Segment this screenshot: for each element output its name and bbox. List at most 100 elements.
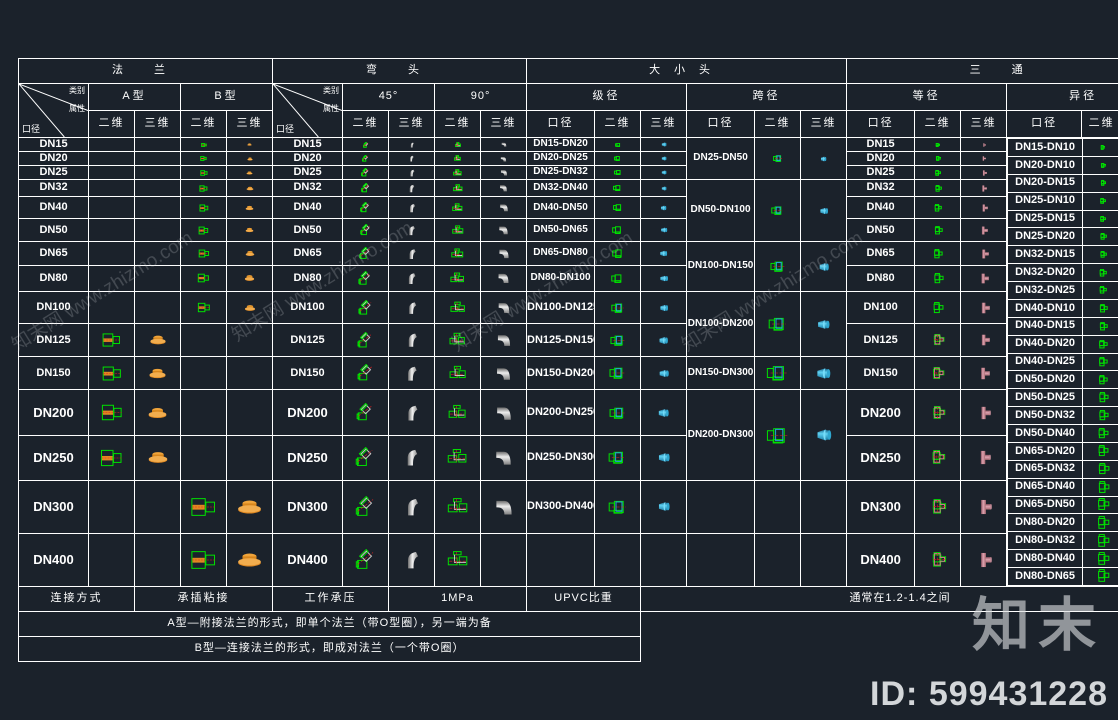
elbow-90-3d-cell	[480, 479, 528, 534]
tee-unequal-bore: DN20-DN10	[1007, 155, 1084, 175]
tee-unequal-2d-cell	[1082, 191, 1118, 211]
tee-unequal-row: DN50-DN40	[1007, 424, 1118, 443]
elbow-bore-DN40: DN40	[272, 196, 344, 220]
note-type-b: B型—连接法兰的形式，即成对法兰（一个带O圈）	[17, 635, 642, 662]
tee-unequal-bore: DN50-DN32	[1007, 406, 1084, 425]
cad-parts-table: 法 兰 弯 头 大小头 三 通 类别 属性 口径 A型 B型 类别 属性 口径 …	[17, 58, 1118, 662]
tee-unequal-bore: DN40-DN15	[1007, 316, 1084, 336]
flange-b-2d-cell	[180, 178, 227, 198]
elbow-90-3d-cell	[480, 178, 528, 198]
reducer-step-bore: DN65-DN80	[526, 241, 596, 266]
corner-header-elbow: 类别 属性 口径	[272, 83, 344, 138]
reducer-span-bore: DN200-DN300	[686, 389, 756, 481]
tee-equal-3d-cell	[960, 241, 1008, 266]
subhead-unequal: 异径	[1006, 83, 1118, 111]
tee-unequal-2d-cell	[1082, 209, 1118, 229]
reducer-step-3d-cell	[640, 196, 688, 220]
reducer-step-3d-cell	[640, 218, 688, 243]
tee-equal-3d-cell	[960, 165, 1008, 180]
elbow-90-3d-cell	[480, 151, 528, 166]
tee-equal-3d-cell	[960, 479, 1008, 534]
table-row: DN20 DN20 DN20-DN25 DN20	[18, 151, 1118, 166]
tee-unequal-2d-cell	[1082, 155, 1118, 175]
tee-unequal-row: DN20-DN15	[1007, 173, 1118, 193]
tee-equal-bore-DN20: DN20	[846, 151, 916, 166]
elbow-bore-DN20: DN20	[272, 151, 344, 166]
flange-a-2d-cell	[88, 241, 135, 266]
reducer-span-3d-cell	[800, 479, 848, 534]
elbow-45-2d-cell	[342, 356, 390, 391]
elbow-45-2d-cell	[342, 165, 390, 180]
tee-unequal-row: DN50-DN25	[1007, 388, 1118, 408]
flange-a-3d-cell	[134, 196, 181, 220]
tee-equal-bore-DN80: DN80	[846, 264, 916, 292]
subhead-45deg: 45°	[342, 83, 436, 111]
elbow-45-2d-cell	[342, 137, 390, 152]
elbow-90-2d-cell	[434, 356, 482, 391]
reducer-step-bore: DN100-DN125	[526, 290, 596, 325]
attr-b-3d: 三维	[225, 110, 274, 138]
flange-b-3d-cell	[225, 290, 274, 325]
elbow-45-3d-cell	[388, 532, 436, 587]
note-filler	[641, 611, 1118, 636]
tee-unequal-row: DN50-DN20	[1007, 370, 1118, 390]
reducer-span-3d-cell	[800, 356, 848, 391]
tee-unequal-bore: DN50-DN25	[1007, 388, 1084, 408]
table-row: DN400 DN400 DN400	[18, 532, 1118, 587]
attr-step-2d: 二维	[594, 110, 642, 138]
elbow-45-3d-cell	[388, 264, 436, 292]
reducer-step-bore: DN150-DN200	[526, 356, 596, 391]
reducer-step-2d-cell	[594, 434, 642, 481]
tee-unequal-bore: DN80-DN20	[1007, 513, 1084, 533]
reducer-step-bore: DN20-DN25	[526, 151, 596, 166]
tee-unequal-row: DN32-DN20	[1007, 263, 1118, 282]
flange-a-2d-cell	[88, 196, 135, 220]
elbow-bore-DN50: DN50	[272, 218, 344, 243]
tee-equal-2d-cell	[914, 356, 962, 391]
reducer-step-3d-cell	[640, 165, 688, 180]
tee-unequal-2d-cell	[1082, 316, 1118, 336]
flange-a-2d-cell	[88, 479, 135, 534]
reducer-step-bore: DN25-DN32	[526, 165, 596, 180]
tee-unequal-2d-cell	[1082, 459, 1118, 479]
reducer-step-3d-cell	[640, 178, 688, 198]
corner-label-category: 类别	[69, 86, 85, 95]
tee-equal-3d-cell	[960, 218, 1008, 243]
tee-unequal-block: DN15-DN10 DN20-DN10 DN20-DN15 DN25-DN10 DN25…	[1007, 138, 1118, 587]
reducer-span-2d-cell	[754, 532, 802, 587]
table-row: DN80 DN80 DN80-DN100 DN80	[18, 264, 1118, 292]
tee-unequal-row: DN25-DN15	[1007, 209, 1118, 229]
flange-bore-DN15: DN15	[18, 137, 89, 152]
tee-unequal-row: DN15-DN10	[1007, 138, 1118, 157]
flange-a-3d-cell	[134, 241, 181, 266]
table-row: DN65 DN65 DN65-DN80 DN100-DN150 DN65	[18, 241, 1118, 292]
tee-equal-2d-cell	[914, 241, 962, 266]
elbow-90-3d-cell	[480, 323, 528, 358]
reducer-step-2d-cell	[594, 196, 642, 220]
tee-unequal-row: DN20-DN10	[1007, 155, 1118, 175]
reducer-span-3d-cell	[800, 137, 848, 180]
reducer-step-2d-cell	[594, 479, 642, 534]
elbow-45-3d-cell	[388, 178, 436, 198]
elbow-45-2d-cell	[342, 178, 390, 198]
flange-a-3d-cell	[134, 532, 181, 587]
corner-label-diameter: 口径	[22, 124, 41, 134]
flange-a-3d-cell	[134, 218, 181, 243]
reducer-span-bore	[686, 532, 756, 587]
attr-90-3d: 三维	[480, 110, 528, 138]
tee-equal-2d-cell	[914, 151, 962, 166]
reducer-span-bore: DN100-DN200	[686, 290, 756, 358]
tee-equal-3d-cell	[960, 323, 1008, 358]
attr-span-bore: 口径	[686, 110, 756, 138]
tee-equal-2d-cell	[914, 434, 962, 481]
note-row-a: A型—附接法兰的形式，即单个法兰（带O型圈），另一端为备	[17, 610, 1118, 637]
footer-density-value: 通常在1.2-1.4之间	[640, 585, 1118, 612]
flange-b-3d-cell	[225, 264, 274, 292]
tee-unequal-row: DN32-DN15	[1007, 245, 1118, 265]
footer-pressure-value: 1MPa	[388, 585, 528, 612]
corner-label-diameter: 口径	[276, 124, 295, 134]
flange-bore-DN50: DN50	[18, 218, 89, 243]
elbow-45-2d-cell	[342, 151, 390, 166]
reducer-step-3d-cell	[640, 434, 688, 481]
flange-b-3d-cell	[225, 389, 274, 436]
